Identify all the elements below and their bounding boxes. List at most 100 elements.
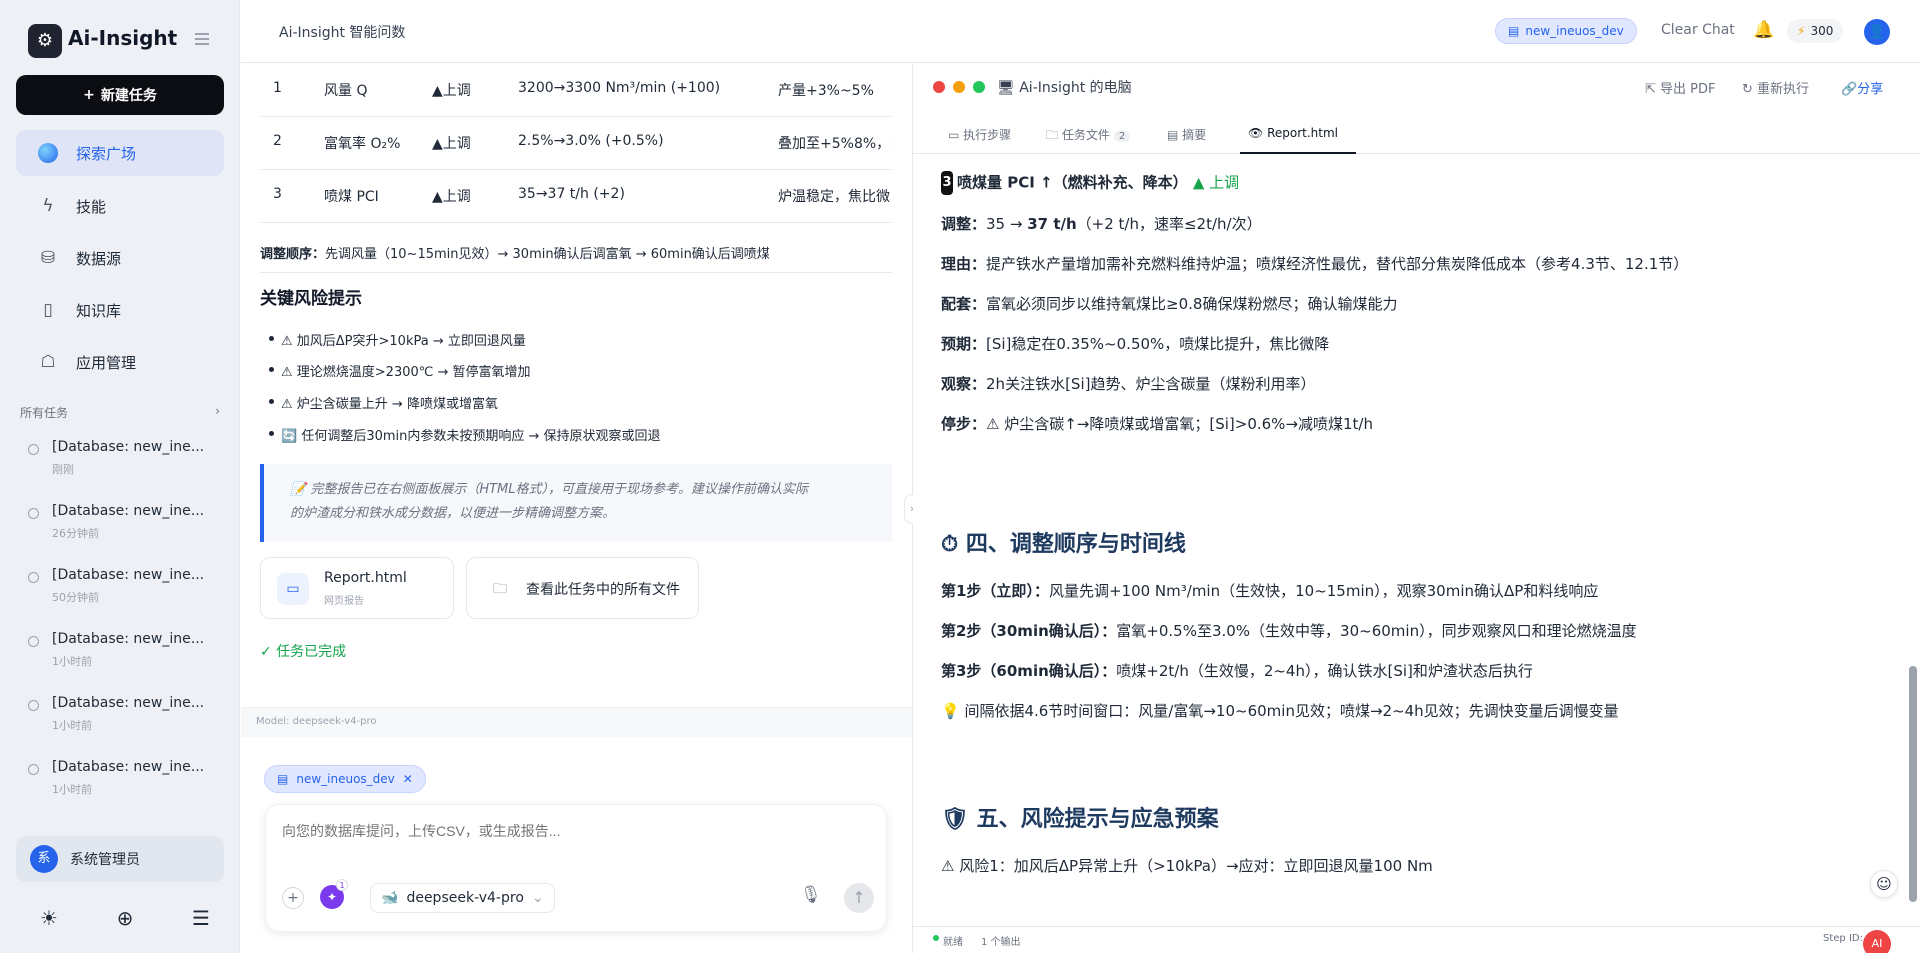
tab-summary[interactable]: ▤ 摘要 <box>1167 126 1206 154</box>
step3-line: 第3步（60min确认后）：喷煤+2t/h（生效慢，2~4h），确认铁水[Si]… <box>941 660 1533 681</box>
plus-icon: + <box>83 87 95 103</box>
add-attachment-button[interactable]: + <box>282 887 304 909</box>
user-avatar-icon[interactable]: 👤 <box>1864 19 1890 45</box>
task-title: [Database: new_ine... <box>52 503 205 519</box>
link-icon: 🔗 <box>1841 82 1858 97</box>
tab-steps[interactable]: ▭ 执行步骤 <box>948 126 1011 154</box>
deepseek-whale-icon: 🐋 <box>381 890 399 906</box>
cell-no: 3 <box>273 186 282 202</box>
folder-icon: 🗀 <box>493 581 507 597</box>
sidebar-footer: ☀ ⊕ ☰ <box>40 906 210 930</box>
cell-effect: 炉温稳定，焦比微降 <box>778 189 891 205</box>
tab-summary-label: 摘要 <box>1182 128 1207 142</box>
task-title: [Database: new_ine... <box>52 695 205 711</box>
task-title: [Database: new_ine... <box>52 759 205 775</box>
observe-line: 观察：2h关注铁水[Si]趋势、炉尘含碳量（煤粉利用率） <box>941 373 1315 394</box>
user-profile[interactable]: 系系统管理员 <box>16 836 224 882</box>
adjust-line: 调整：35 → 37 t/h（+2 t/h，速率≤2t/h/次） <box>941 213 1262 234</box>
step1-line: 第1步（立即）：风量先调+100 Nm³/min（生效快，10~15min），观… <box>941 580 1598 601</box>
task-time: 1小时前 <box>52 783 92 796</box>
report-file-card[interactable]: ▭ Report.html 网页报告 <box>260 557 454 619</box>
risk-heading: 关键风险提示 <box>260 289 362 309</box>
database-tag[interactable]: ▤ new_ineuos_dev ✕ <box>264 765 426 793</box>
logo-glyph: ⚙ <box>36 30 54 51</box>
line-label: 第2步（30min确认后）： <box>941 622 1117 640</box>
language-globe-icon[interactable]: ⊕ <box>117 906 134 930</box>
smiley-feedback-icon[interactable]: ☺ <box>1870 870 1898 898</box>
pci-title: 喷煤量 PCI ↑（燃料补充、降本） <box>957 173 1188 192</box>
nav-datasource[interactable]: ⛁ 数据源 <box>16 235 224 281</box>
share-button[interactable]: 🔗分享 <box>1841 78 1883 97</box>
reason-line: 理由：提产铁水产量增加需补充燃料维持炉温；喷煤经济性最优，替代部分焦炭降低成本（… <box>941 253 1688 274</box>
cell-effect: 产量+3%~5% <box>778 83 874 99</box>
export-pdf-button[interactable]: ⇱ 导出 PDF <box>1645 78 1716 97</box>
top-header: Ai-Insight 智能问数 ▤ new_ineuos_dev Clear Ch… <box>241 0 1920 63</box>
microphone-icon[interactable]: 🎙 <box>800 885 822 905</box>
skills-button[interactable]: ✦ 1 <box>320 879 348 909</box>
minimize-dot[interactable] <box>953 81 965 93</box>
export-pdf-label: 导出 PDF <box>1660 82 1716 97</box>
sidebar-collapse-icon[interactable] <box>195 33 209 45</box>
stop-text: ⚠ 炉尘含碳↑→降喷煤或增富氧；[Si]>0.6%→减喷煤1t/h <box>986 415 1373 433</box>
risk-item: ⚠ 炉尘含碳量上升 → 降喷煤或增富氧 <box>269 393 498 412</box>
adjust-pre: 35 → <box>986 215 1028 233</box>
sun-icon[interactable]: ☀ <box>40 906 58 930</box>
section-5-heading: 🛡 五、风险提示与应急预案 <box>941 807 1219 832</box>
clear-chat-button[interactable]: Clear Chat <box>1661 22 1735 38</box>
cell-no: 2 <box>273 133 282 149</box>
stop-line: 停步：⚠ 炉尘含碳↑→降喷煤或增富氧；[Si]>0.6%→减喷煤1t/h <box>941 413 1373 434</box>
eye-icon: 👁 <box>1248 126 1268 140</box>
tab-files-count: 2 <box>1113 131 1131 142</box>
database-chip-label: new_ineuos_dev <box>1525 24 1624 38</box>
file-card-name: Report.html <box>324 570 407 586</box>
close-dot[interactable] <box>933 81 945 93</box>
close-icon[interactable]: ✕ <box>403 772 413 786</box>
adjust-order-text: 先调风量（10~15min见效）→ 30min确认后调富氧 → 60min确认后… <box>325 247 770 262</box>
export-icon: ⇱ <box>1645 82 1661 97</box>
all-files-card[interactable]: 🗀 查看此任务中的所有文件 <box>466 557 699 619</box>
bell-icon[interactable]: 🔔 <box>1753 20 1774 40</box>
send-button[interactable]: ↑ <box>844 883 874 913</box>
new-task-button[interactable]: + 新建任务 <box>16 75 224 115</box>
step2-line: 第2步（30min确认后）：富氧+0.5%至3.0%（生效中等，30~60min… <box>941 620 1637 641</box>
risk1-line: ⚠ 风险1：加风后ΔP异常上升（>10kPa）→应对：立即回退风量100 Nm <box>941 857 1433 875</box>
nav-explore[interactable]: 探索广场 <box>16 130 224 176</box>
assistant-badge-icon[interactable]: AI <box>1863 930 1891 953</box>
database-chip[interactable]: ▤ new_ineuos_dev <box>1495 18 1637 44</box>
scrollbar-thumb[interactable] <box>1909 666 1917 902</box>
interval-note: 💡 间隔依据4.6节时间窗口：风量/富氧→10~60min见效；喷煤→2~4h见… <box>941 702 1619 720</box>
report-scrollbar[interactable] <box>1906 154 1920 926</box>
model-info-bar: Model: deepseek-v4-pro <box>241 707 912 737</box>
cell-direction: ▲上调 <box>432 136 471 152</box>
nav-apps[interactable]: ☖ 应用管理 <box>16 339 224 385</box>
panel-title-text: Ai-Insight 的电脑 <box>1019 80 1132 96</box>
new-task-label: 新建任务 <box>100 88 157 104</box>
expect-line: 预期：[Si]稳定在0.35%~0.50%，喷煤比提升，焦比微降 <box>941 333 1329 354</box>
brand-name: Ai-Insight <box>68 26 178 50</box>
cell-change: 2.5%→3.0% (+0.5%) <box>518 133 664 149</box>
report-note-quote: 📝 完整报告已在右侧面板展示（HTML格式），可直接用于现场参考。建议操作前确认… <box>260 464 892 542</box>
tab-files[interactable]: 🗀 任务文件 2 <box>1046 126 1131 154</box>
chat-input[interactable] <box>282 823 842 839</box>
status-output: 1 个输出 <box>981 937 1021 948</box>
cell-change: 35→37 t/h (+2) <box>518 186 625 202</box>
monitor-icon: 🖥 <box>997 80 1020 96</box>
table-row: 1 风量 Q ▲上调 3200→3300 Nm³/min (+100) 产量+3… <box>261 64 891 117</box>
tasks-heading-label: 所有任务 <box>20 406 69 420</box>
document-icon: ▤ <box>1167 128 1183 142</box>
credits-badge[interactable]: ⚡ 300 <box>1787 19 1844 43</box>
expect-text: [Si]稳定在0.35%~0.50%，喷煤比提升，焦比微降 <box>986 335 1330 353</box>
tasks-heading[interactable]: 所有任务 › <box>20 404 220 421</box>
cell-param: 富氧率 O₂% <box>324 136 401 152</box>
rerun-label: 重新执行 <box>1757 82 1810 97</box>
model-select[interactable]: 🐋 deepseek-v4-pro ⌄ <box>370 883 555 913</box>
menu-collapse-icon[interactable]: ☰ <box>192 906 210 930</box>
nav-knowledge[interactable]: ▯ 知识库 <box>16 287 224 333</box>
line-label: 理由： <box>941 255 987 273</box>
maximize-dot[interactable] <box>973 81 985 93</box>
avatar: 系 <box>30 845 58 873</box>
nav-skills[interactable]: ϟ 技能 <box>16 183 224 229</box>
rerun-button[interactable]: ↻ 重新执行 <box>1742 78 1809 97</box>
divider <box>260 272 892 273</box>
tab-report[interactable]: 👁 Report.html <box>1240 126 1356 154</box>
